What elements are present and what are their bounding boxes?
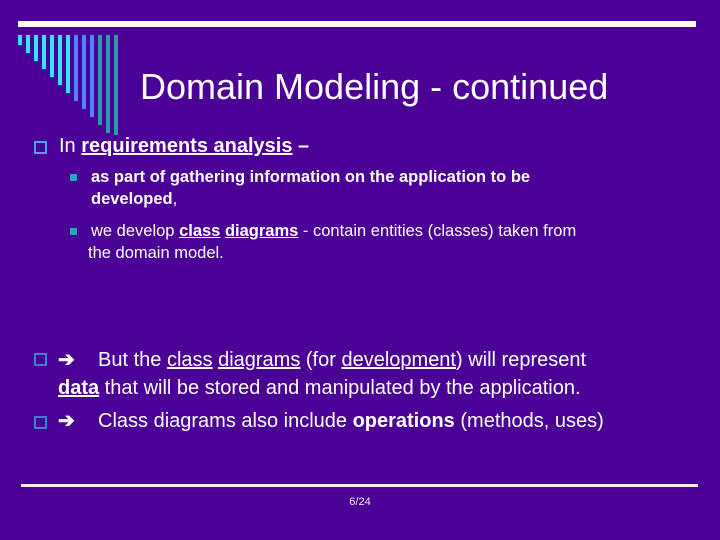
decorative-bar	[90, 35, 94, 117]
top-rule	[18, 21, 696, 27]
sub-bullet-gathering-info: as part of gathering information on the …	[91, 166, 711, 210]
sub-bullet-class-diagrams: we develop class diagrams - contain enti…	[88, 220, 711, 264]
sub-bullet-text: - contain entities (classes) taken from	[298, 222, 577, 240]
underlined-class: class	[166, 349, 213, 371]
hollow-square-bullet-icon	[34, 416, 47, 429]
decorative-bar	[34, 35, 38, 61]
page-number: 6/24	[349, 496, 371, 508]
decorative-bar	[106, 35, 110, 133]
decorative-bar	[26, 35, 30, 53]
emphasis-diagrams: diagrams	[224, 222, 299, 240]
decorative-bar	[66, 35, 70, 93]
bullet-text: (methods, uses)	[454, 410, 604, 432]
bullet-text: Class diagrams also include	[98, 410, 353, 432]
hollow-square-bullet-icon	[34, 353, 47, 366]
sub-bullet-text-line2: developed	[91, 190, 173, 208]
right-arrow-icon: ➔	[58, 410, 75, 432]
decorative-bar	[114, 35, 118, 135]
sub-bullet-text: we develop	[91, 222, 180, 240]
hollow-square-bullet-icon	[34, 141, 47, 154]
bullet-text: But the	[98, 349, 167, 371]
sub-bullet-text-line1: as part of gathering information on the …	[91, 168, 531, 186]
bullet-dash: –	[292, 135, 310, 157]
decorative-bar	[42, 35, 46, 69]
square-sub-bullet-icon	[70, 174, 77, 181]
emphasis-class: class	[179, 222, 221, 240]
bottom-rule	[21, 484, 698, 487]
slide-title: Domain Modeling - continued	[140, 66, 609, 107]
decorative-bar	[18, 35, 22, 45]
square-sub-bullet-icon	[70, 228, 77, 235]
underlined-diagrams: diagrams	[218, 349, 301, 371]
bullet-class-diagrams-represent-data: ➔ But the class diagrams (for development…	[58, 346, 586, 402]
decorative-bar	[82, 35, 86, 109]
right-arrow-icon: ➔	[58, 349, 75, 371]
bullet-text-line2: that will be stored and manipulated by t…	[99, 377, 581, 399]
sub-bullet-comma: ,	[172, 190, 178, 208]
bullet-class-diagrams-operations: ➔ Class diagrams also include operations …	[58, 409, 604, 433]
bullet-text: (for	[300, 349, 342, 371]
emphasis-requirements-analysis: requirements analysis	[81, 135, 293, 157]
decorative-bar	[50, 35, 54, 77]
decorative-bar	[98, 35, 102, 125]
underlined-development: development	[341, 349, 456, 371]
sub-bullet-text-line2: the domain model.	[88, 244, 224, 262]
decorative-bar	[74, 35, 78, 101]
decorative-bars	[18, 35, 128, 145]
emphasis-data: data	[58, 377, 100, 399]
bullet-text: ) will represent	[456, 349, 587, 371]
bullet-text: In	[59, 135, 82, 157]
decorative-bar	[58, 35, 62, 85]
emphasis-operations: operations	[352, 410, 455, 432]
bullet-requirements-analysis: In requirements analysis –	[59, 134, 309, 158]
